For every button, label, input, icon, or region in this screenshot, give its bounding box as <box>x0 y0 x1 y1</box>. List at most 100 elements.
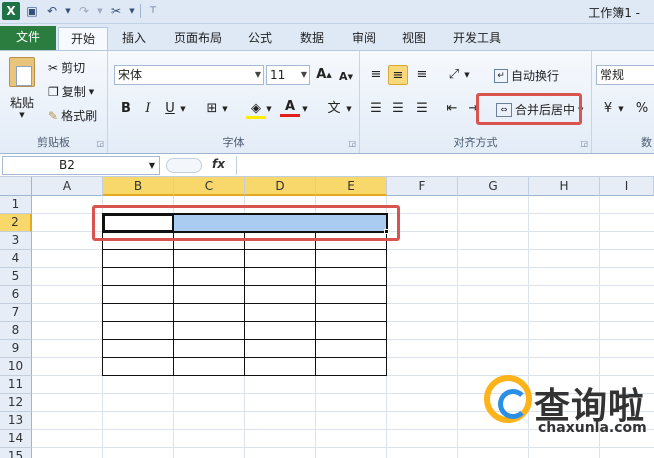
row-header-14[interactable]: 14 <box>0 430 32 448</box>
border-dropdown-icon[interactable]: ▼ <box>220 99 230 119</box>
tab-view[interactable]: 视图 <box>394 27 434 50</box>
currency-icon: ¥ <box>603 101 613 116</box>
row-header-9[interactable]: 9 <box>0 340 32 358</box>
wrap-text-button[interactable]: ↵ 自动换行 <box>494 67 559 84</box>
row-header-6[interactable]: 6 <box>0 286 32 304</box>
italic-button[interactable]: I <box>138 99 158 119</box>
formula-bar: B2 ▼ fx <box>0 155 654 177</box>
number-format-select[interactable]: 常规 <box>596 65 654 85</box>
font-dialog-launcher-icon[interactable]: ◲ <box>348 139 356 148</box>
tab-home[interactable]: 开始 <box>58 27 108 50</box>
customize-icon[interactable]: ✂ <box>108 3 124 19</box>
row-header-8[interactable]: 8 <box>0 322 32 340</box>
fill-color-button[interactable]: ◈ <box>246 99 266 119</box>
paintbrush-icon: ✎ <box>48 108 59 123</box>
row-header-3[interactable]: 3 <box>0 232 32 250</box>
column-header-i[interactable]: I <box>600 177 654 196</box>
tab-page-layout[interactable]: 页面布局 <box>166 27 230 50</box>
align-middle-button[interactable]: ≡ <box>388 65 408 85</box>
phonetic-button[interactable]: 文 <box>324 99 344 119</box>
align-left-button[interactable]: ☰ <box>366 99 386 119</box>
column-header-d[interactable]: D <box>245 177 316 196</box>
table-border-horizontal <box>102 285 387 286</box>
font-name-select[interactable]: 宋体 ▼ <box>114 65 264 85</box>
font-color-dropdown-icon[interactable]: ▼ <box>300 99 310 119</box>
align-right-button[interactable]: ☰ <box>412 99 432 119</box>
paste-button[interactable]: 粘贴 ▼ <box>4 57 40 119</box>
row-header-4[interactable]: 4 <box>0 250 32 268</box>
tab-data[interactable]: 数据 <box>292 27 332 50</box>
redo-icon[interactable]: ↷ <box>76 3 92 19</box>
watermark-logo-icon <box>484 375 532 423</box>
underline-button[interactable]: U <box>160 99 180 119</box>
name-box[interactable]: B2 ▼ <box>2 156 160 175</box>
formula-input[interactable] <box>236 156 654 175</box>
column-header-b[interactable]: B <box>103 177 174 196</box>
tab-formulas[interactable]: 公式 <box>240 27 280 50</box>
align-middle-icon: ≡ <box>392 68 404 83</box>
title-bar: X ▣ ↶ ▼ ↷ ▼ ✂ ▼ ⊤ 工作簿1 - <box>0 0 654 24</box>
border-icon: ⊞ <box>206 101 218 116</box>
column-header-e[interactable]: E <box>316 177 387 196</box>
font-size-select[interactable]: 11 ▼ <box>266 65 310 85</box>
column-header-c[interactable]: C <box>174 177 245 196</box>
decrease-indent-button[interactable]: ⇤ <box>442 99 462 119</box>
fill-color-dropdown-icon[interactable]: ▼ <box>264 99 274 119</box>
column-header-h[interactable]: H <box>529 177 600 196</box>
clipboard-dialog-launcher-icon[interactable]: ◲ <box>96 139 104 148</box>
align-top-button[interactable]: ≡ <box>366 65 386 85</box>
undo-icon[interactable]: ↶ <box>44 3 60 19</box>
row-header-5[interactable]: 5 <box>0 268 32 286</box>
column-header-g[interactable]: G <box>458 177 529 196</box>
save-icon[interactable]: ▣ <box>24 3 40 19</box>
orientation-button[interactable]: ⤢ <box>444 65 464 85</box>
tab-review[interactable]: 审阅 <box>344 27 384 50</box>
column-header-f[interactable]: F <box>387 177 458 196</box>
row-header-13[interactable]: 13 <box>0 412 32 430</box>
number-format-value: 常规 <box>600 68 625 82</box>
grow-font-button[interactable]: A▲ <box>314 65 334 85</box>
window-title: 工作簿1 - <box>588 6 640 20</box>
align-right-icon: ☰ <box>416 101 428 116</box>
row-header-15[interactable]: 15 <box>0 448 32 458</box>
align-left-icon: ☰ <box>370 101 382 116</box>
customize-dropdown-icon[interactable]: ▼ <box>128 3 136 19</box>
tab-insert[interactable]: 插入 <box>112 27 156 50</box>
percent-button[interactable]: % <box>632 99 652 119</box>
copy-button[interactable]: ❐ 复制 ▼ <box>48 83 94 100</box>
qat-menu-icon[interactable]: ⊤ <box>145 3 161 19</box>
align-center-icon: ☰ <box>392 101 404 116</box>
redo-dropdown-icon[interactable]: ▼ <box>96 3 104 19</box>
bold-button[interactable]: B <box>116 99 136 119</box>
undo-dropdown-icon[interactable]: ▼ <box>64 3 72 19</box>
cut-button[interactable]: ✂ 剪切 <box>48 59 85 76</box>
shrink-font-button[interactable]: A▼ <box>336 67 356 87</box>
currency-button[interactable]: ¥ <box>598 99 618 119</box>
row-header-7[interactable]: 7 <box>0 304 32 322</box>
tab-file[interactable]: 文件 <box>0 26 56 50</box>
row-header-12[interactable]: 12 <box>0 394 32 412</box>
phonetic-dropdown-icon[interactable]: ▼ <box>344 99 354 119</box>
excel-logo-icon[interactable]: X <box>2 2 20 20</box>
underline-dropdown-icon[interactable]: ▼ <box>178 99 188 119</box>
alignment-dialog-launcher-icon[interactable]: ◲ <box>580 139 588 148</box>
select-all-corner[interactable] <box>0 177 32 196</box>
font-name-value: 宋体 <box>118 68 143 82</box>
insert-function-icon[interactable]: fx <box>212 157 225 171</box>
paste-dropdown-icon[interactable]: ▼ <box>4 111 40 119</box>
border-button[interactable]: ⊞ <box>202 99 222 119</box>
align-center-button[interactable]: ☰ <box>388 99 408 119</box>
column-header-a[interactable]: A <box>32 177 103 196</box>
format-painter-button[interactable]: ✎ 格式刷 <box>48 107 97 124</box>
font-color-button[interactable]: A <box>280 97 300 117</box>
row-header-10[interactable]: 10 <box>0 358 32 376</box>
orientation-dropdown-icon[interactable]: ▼ <box>462 65 472 85</box>
row-header-11[interactable]: 11 <box>0 376 32 394</box>
copy-dropdown-icon[interactable]: ▼ <box>89 88 94 96</box>
row-header-2[interactable]: 2 <box>0 214 32 232</box>
tab-developer[interactable]: 开发工具 <box>444 27 510 50</box>
currency-dropdown-icon[interactable]: ▼ <box>616 99 626 119</box>
row-header-1[interactable]: 1 <box>0 196 32 214</box>
align-bottom-button[interactable]: ≡ <box>412 65 432 85</box>
formula-bar-resizer[interactable] <box>166 158 202 173</box>
